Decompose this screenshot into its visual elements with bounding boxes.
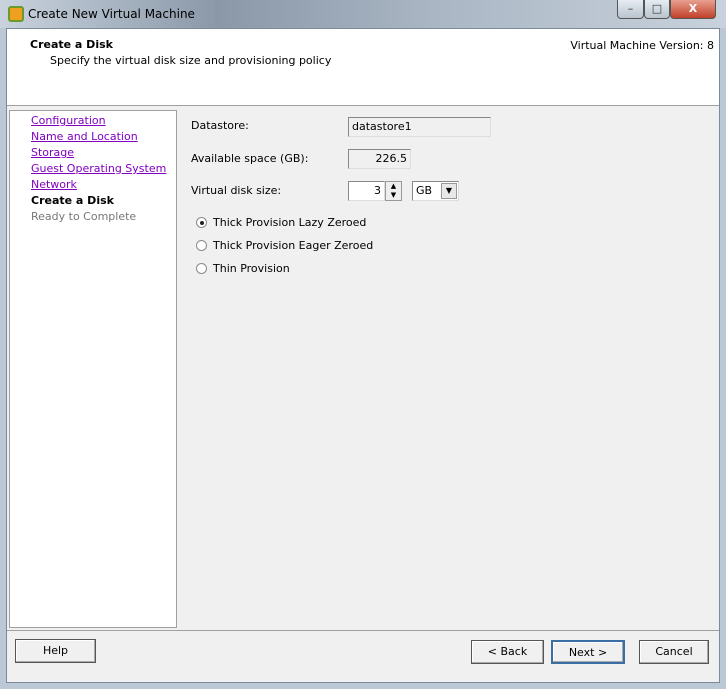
back-button[interactable]: < Back (471, 640, 544, 664)
cancel-button[interactable]: Cancel (639, 640, 709, 664)
step-guest-os[interactable]: Guest Operating System (31, 162, 166, 175)
title-bar: Create New Virtual Machine – □ X (0, 0, 726, 28)
step-create-disk: Create a Disk (31, 194, 114, 207)
wizard-footer: Help < Back Next > Cancel (7, 630, 719, 682)
radio-label: Thick Provision Eager Zeroed (213, 239, 374, 252)
page-subtitle: Specify the virtual disk size and provis… (50, 54, 332, 67)
close-button[interactable]: X (670, 0, 716, 19)
disk-form: Datastore: datastore1 Available space (G… (179, 110, 717, 628)
step-ready-to-complete: Ready to Complete (31, 210, 137, 223)
available-space-field: 226.5 (348, 149, 411, 169)
radio-icon[interactable] (196, 240, 207, 251)
page-title: Create a Disk (30, 38, 113, 51)
chevron-down-icon[interactable]: ▼ (441, 183, 457, 199)
help-button[interactable]: Help (15, 639, 96, 663)
available-space-label: Available space (GB): (191, 152, 309, 165)
minimize-button[interactable]: – (617, 0, 644, 19)
radio-label: Thick Provision Lazy Zeroed (213, 216, 367, 229)
datastore-label: Datastore: (191, 119, 249, 132)
wizard-frame: Create a Disk Specify the virtual disk s… (6, 28, 720, 683)
disk-size-spinner[interactable]: ▲ ▼ (385, 181, 402, 201)
vsphere-app-icon (8, 6, 24, 22)
radio-selected-icon[interactable] (196, 217, 207, 228)
wizard-steps: Configuration Name and Location Storage … (9, 110, 177, 628)
step-configuration[interactable]: Configuration (31, 114, 106, 127)
disk-unit-value: GB (416, 184, 433, 197)
maximize-button[interactable]: □ (644, 0, 670, 19)
step-name-and-location[interactable]: Name and Location (31, 130, 138, 143)
step-storage[interactable]: Storage (31, 146, 74, 159)
next-button[interactable]: Next > (551, 640, 625, 664)
disk-size-input[interactable]: 3 (348, 181, 385, 201)
disk-unit-select[interactable]: GB ▼ (412, 181, 459, 201)
disk-size-label: Virtual disk size: (191, 184, 282, 197)
radio-icon[interactable] (196, 263, 207, 274)
window-title: Create New Virtual Machine (28, 7, 195, 21)
vm-version: Virtual Machine Version: 8 (570, 39, 714, 52)
datastore-field: datastore1 (348, 117, 491, 137)
radio-label: Thin Provision (213, 262, 290, 275)
wizard-header: Create a Disk Specify the virtual disk s… (7, 29, 719, 106)
step-network[interactable]: Network (31, 178, 77, 191)
